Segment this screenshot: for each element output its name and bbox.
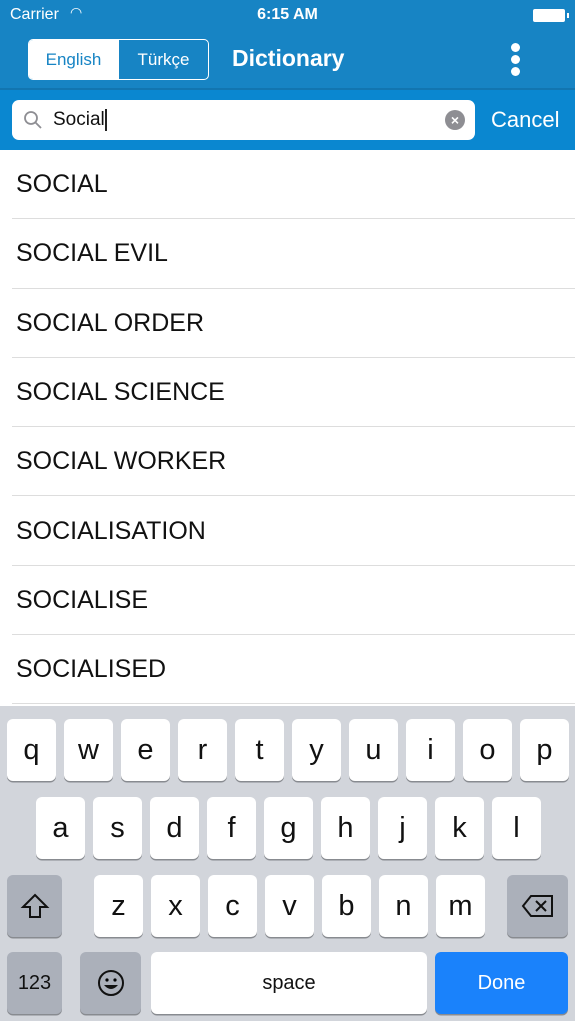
- key-d[interactable]: d: [150, 797, 199, 859]
- key-f[interactable]: f: [207, 797, 256, 859]
- text-caret: [104, 109, 107, 131]
- key-n[interactable]: n: [379, 875, 428, 937]
- keyboard: q w e r t y u i o p a s d f g h j k l z x c v b n m 123 space Done: [0, 706, 575, 1021]
- key-i[interactable]: i: [406, 719, 455, 781]
- key-x[interactable]: x: [151, 875, 200, 937]
- emoji-icon: [97, 970, 124, 996]
- results-list: SOCIAL SOCIAL EVIL SOCIAL ORDER SOCIAL SCIE…: [0, 150, 575, 705]
- shift-icon: [20, 893, 49, 918]
- key-j[interactable]: j: [378, 797, 427, 859]
- language-segmented-control[interactable]: English Türkçe: [28, 39, 209, 80]
- search-icon: [24, 111, 42, 129]
- key-p[interactable]: p: [520, 719, 569, 781]
- backspace-icon: [521, 895, 553, 917]
- key-w[interactable]: w: [64, 719, 113, 781]
- key-m[interactable]: m: [436, 875, 485, 937]
- key-q[interactable]: q: [7, 719, 56, 781]
- key-u[interactable]: u: [349, 719, 398, 781]
- list-item[interactable]: SOCIALISE: [0, 566, 575, 636]
- key-o[interactable]: o: [463, 719, 512, 781]
- key-a[interactable]: a: [36, 797, 85, 859]
- page-title: Dictionary: [232, 45, 345, 71]
- more-menu-icon[interactable]: [505, 41, 525, 79]
- key-b[interactable]: b: [322, 875, 371, 937]
- segment-turkce[interactable]: Türkçe: [119, 40, 208, 79]
- list-item[interactable]: SOCIAL WORKER: [0, 427, 575, 497]
- status-bar: Carrier ◠ 6:15 AM: [0, 0, 575, 30]
- list-item[interactable]: SOCIALISED: [0, 635, 575, 705]
- key-t[interactable]: t: [235, 719, 284, 781]
- nav-bar: English Türkçe Dictionary: [0, 30, 575, 90]
- key-z[interactable]: z: [94, 875, 143, 937]
- battery-icon: [533, 9, 569, 22]
- list-item[interactable]: SOCIAL ORDER: [0, 289, 575, 359]
- key-y[interactable]: y: [292, 719, 341, 781]
- list-item[interactable]: SOCIAL SCIENCE: [0, 358, 575, 428]
- segment-english[interactable]: English: [29, 40, 119, 79]
- search-value: Social: [53, 109, 105, 131]
- search-field[interactable]: Social ×: [12, 100, 475, 140]
- key-v[interactable]: v: [265, 875, 314, 937]
- search-input[interactable]: Social: [53, 109, 433, 131]
- clock: 6:15 AM: [257, 6, 318, 23]
- key-s[interactable]: s: [93, 797, 142, 859]
- cancel-button[interactable]: Cancel: [491, 107, 559, 133]
- key-h[interactable]: h: [321, 797, 370, 859]
- key-r[interactable]: r: [178, 719, 227, 781]
- key-c[interactable]: c: [208, 875, 257, 937]
- emoji-key[interactable]: [80, 952, 141, 1014]
- done-button[interactable]: Done: [435, 952, 568, 1014]
- list-item[interactable]: SOCIALISATION: [0, 496, 575, 567]
- list-item[interactable]: SOCIAL: [0, 150, 575, 220]
- clear-icon[interactable]: ×: [445, 110, 465, 130]
- list-item[interactable]: SOCIAL EVIL: [0, 219, 575, 289]
- key-e[interactable]: e: [121, 719, 170, 781]
- key-g[interactable]: g: [264, 797, 313, 859]
- key-l[interactable]: l: [492, 797, 541, 859]
- delete-key[interactable]: [507, 875, 568, 937]
- shift-key[interactable]: [7, 875, 62, 937]
- search-bar: Social × Cancel: [0, 90, 575, 150]
- space-key[interactable]: space: [151, 952, 427, 1014]
- numbers-key[interactable]: 123: [7, 952, 62, 1014]
- key-k[interactable]: k: [435, 797, 484, 859]
